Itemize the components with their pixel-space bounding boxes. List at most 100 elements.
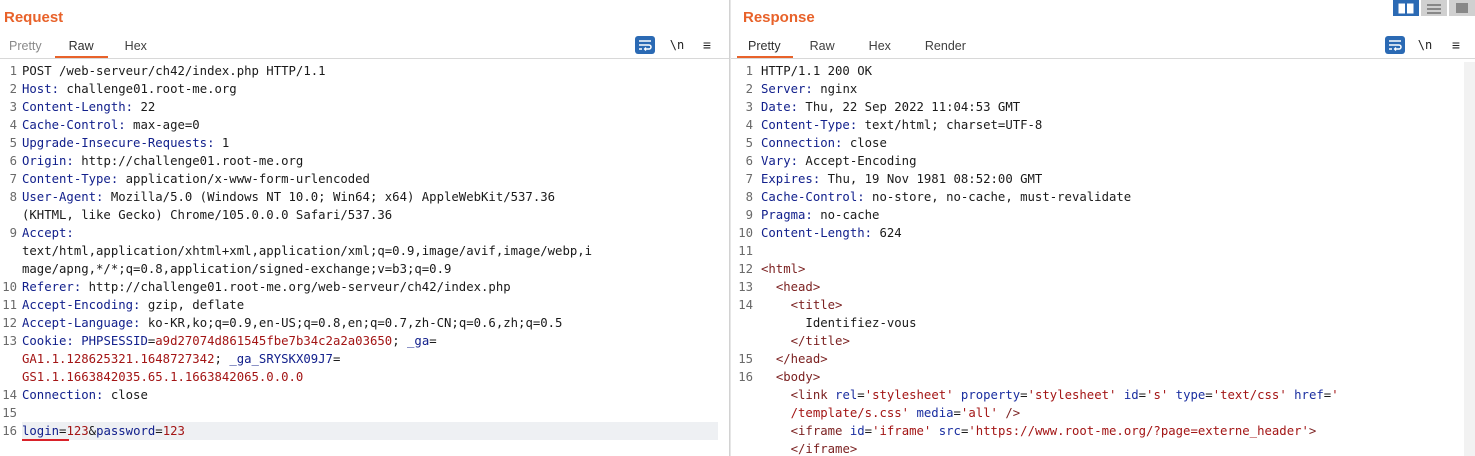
- line-content: <iframe id='iframe' src='https://www.roo…: [761, 422, 1317, 440]
- code-token: POST /web-serveur/ch42/index.php HTTP/1.…: [22, 64, 326, 78]
- line-content: Pragma: no-cache: [761, 206, 879, 224]
- code-token: GS1.1.1663842035.65.1.1663842065.0.0.0: [22, 370, 304, 384]
- line-content: Connection: close: [22, 386, 148, 404]
- code-line: GS1.1.1663842035.65.1.1663842065.0.0.0: [0, 368, 730, 386]
- line-content: login=123&password=123: [22, 422, 718, 440]
- line-content: Upgrade-Insecure-Requests: 1: [22, 134, 229, 152]
- tab-hex[interactable]: Hex: [108, 34, 164, 58]
- code-line: 7 Expires: Thu, 19 Nov 1981 08:52:00 GMT: [731, 170, 1475, 188]
- spell-error-underline: [22, 439, 69, 441]
- response-editor[interactable]: 1 HTTP/1.1 200 OK 2 Server: nginx 3 Date: Thu…: [731, 62, 1475, 456]
- code-token: Accept-Encoding: [798, 154, 917, 168]
- tab-raw[interactable]: Raw: [54, 34, 108, 58]
- line-content: <body>: [761, 368, 820, 386]
- code-token: User-Agent:: [22, 190, 104, 204]
- line-content: Date: Thu, 22 Sep 2022 11:04:53 GMT: [761, 98, 1020, 116]
- line-content: </head>: [761, 350, 828, 368]
- code-line: 5 Upgrade-Insecure-Requests: 1: [0, 134, 730, 152]
- line-content: [22, 404, 29, 422]
- code-token: <link: [790, 388, 828, 402]
- hamburger-menu-icon[interactable]: ≡: [698, 35, 716, 55]
- line-number: 8: [9, 190, 17, 204]
- tab-raw[interactable]: Raw: [793, 34, 852, 58]
- line-number: 1: [9, 64, 17, 78]
- line-number: 3: [745, 100, 753, 114]
- code-token: Cookie:: [22, 334, 74, 348]
- line-content: <title>: [761, 296, 843, 314]
- code-token: close: [103, 388, 148, 402]
- code-line: 4 Content-Type: text/html; charset=UTF-8: [731, 116, 1475, 134]
- line-number: 5: [745, 136, 753, 150]
- tab-hex[interactable]: Hex: [852, 34, 908, 58]
- line-number: 16: [2, 424, 17, 438]
- code-token: media: [909, 406, 954, 420]
- code-line: mage/apng,*/*;q=0.8,application/signed-e…: [0, 260, 730, 278]
- code-token: <iframe: [790, 424, 843, 438]
- code-token: <title>: [790, 298, 843, 312]
- code-line: 16 login=123&password=123: [0, 422, 730, 441]
- code-token: 123: [162, 424, 185, 438]
- code-token: <body>: [775, 370, 821, 384]
- code-token: (KHTML, like Gecko) Chrome/105.0.0.0 Saf…: [22, 208, 393, 222]
- code-token: 123: [66, 424, 89, 438]
- line-content: Cookie: PHPSESSID = a9d27074d861545fbe7b34…: [22, 332, 437, 350]
- code-line: 13 Cookie: PHPSESSID = a9d27074d861545fbe7b…: [0, 332, 730, 350]
- text-wrap-icon[interactable]: [1385, 36, 1405, 54]
- response-title: Response: [743, 9, 815, 26]
- code-token: password: [96, 424, 156, 438]
- tab-pretty[interactable]: Pretty: [0, 34, 55, 58]
- code-token: Vary:: [761, 154, 799, 168]
- code-token: </title>: [790, 334, 850, 348]
- code-token: application/x-www-form-urlencoded: [118, 172, 370, 186]
- code-line: 8 Cache-Control: no-store, no-cache, must…: [731, 188, 1475, 206]
- code-token: =: [857, 388, 865, 402]
- vertical-scrollbar[interactable]: [1464, 62, 1475, 456]
- tab-render[interactable]: Render: [908, 34, 983, 58]
- code-line: 12 <html>: [731, 260, 1475, 278]
- code-line: 10 Content-Length: 624: [731, 224, 1475, 242]
- code-line: /template/s.css' media='all' />: [731, 404, 1475, 422]
- newline-toggle-button[interactable]: \n: [1415, 35, 1435, 55]
- newline-toggle-button[interactable]: \n: [667, 35, 687, 55]
- code-token: Date:: [761, 100, 799, 114]
- code-token: rel: [827, 388, 858, 402]
- side-by-side-layout-icon[interactable]: [1393, 0, 1419, 16]
- line-content: Accept-Language: ko-KR,ko;q=0.9,en-US;q=…: [22, 314, 562, 332]
- code-token: Identifiez-vous: [761, 316, 917, 330]
- tabs-layout-icon[interactable]: [1449, 0, 1475, 16]
- layout-toggle-group: [1393, 0, 1475, 16]
- line-content: Content-Type: text/html; charset=UTF-8: [761, 116, 1042, 134]
- line-number: 8: [745, 190, 753, 204]
- line-number: 10: [738, 226, 753, 240]
- line-number: 6: [9, 154, 17, 168]
- line-content: mage/apng,*/*;q=0.8,application/signed-e…: [22, 260, 451, 278]
- code-line: 2 Host: challenge01.root-me.org: [0, 80, 730, 98]
- code-token: />: [997, 406, 1021, 420]
- code-line: Identifiez-vous: [731, 314, 1475, 332]
- hamburger-menu-icon[interactable]: ≡: [1447, 35, 1465, 55]
- text-wrap-icon[interactable]: [635, 36, 655, 54]
- code-line: 14 Connection: close: [0, 386, 730, 404]
- line-content: HTTP/1.1 200 OK: [761, 62, 872, 80]
- code-line: 14 <title>: [731, 296, 1475, 314]
- code-token: id: [1116, 388, 1139, 402]
- line-content: Accept:: [22, 224, 74, 242]
- code-token: =: [1020, 388, 1028, 402]
- line-content: Connection: close: [761, 134, 887, 152]
- code-token: mage/apng,*/*;q=0.8,application/signed-e…: [22, 262, 452, 276]
- code-token: text/html; charset=UTF-8: [857, 118, 1043, 132]
- code-line: 4 Cache-Control: max-age=0: [0, 116, 730, 134]
- code-token: close: [842, 136, 887, 150]
- line-number: 4: [9, 118, 17, 132]
- tabs-divider: [0, 58, 730, 59]
- code-token: src: [931, 424, 961, 438]
- code-token: http://challenge01.root-me.org: [73, 154, 304, 168]
- code-line: 3 Content-Length: 22: [0, 98, 730, 116]
- line-number: 15: [2, 406, 17, 420]
- code-token: </head>: [775, 352, 828, 366]
- request-editor[interactable]: 1 POST /web-serveur/ch42/index.php HTTP/1…: [0, 62, 730, 456]
- code-token: login: [22, 424, 60, 438]
- tab-pretty[interactable]: Pretty: [737, 34, 793, 58]
- stacked-layout-icon[interactable]: [1421, 0, 1447, 16]
